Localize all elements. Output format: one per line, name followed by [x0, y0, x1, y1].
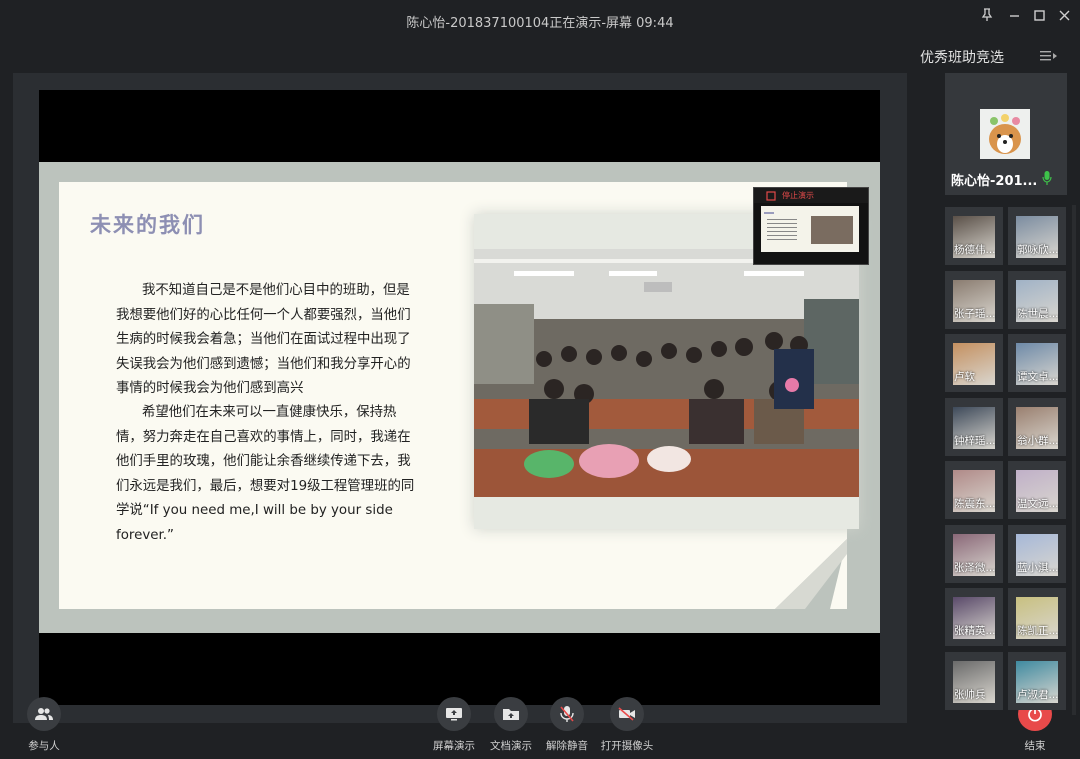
- unmute-button[interactable]: 解除静音: [537, 697, 597, 753]
- participant-tile[interactable]: 陈世晨...: [1008, 270, 1066, 329]
- page-curl: [775, 539, 847, 609]
- participant-tile[interactable]: 张子瑶...: [945, 270, 1003, 329]
- stop-presenting-icon: [766, 191, 776, 201]
- participant-name: 张帅兵: [954, 688, 986, 701]
- title-bar: 陈心怡-201837100104正在演示-屏幕 09:44: [0, 0, 1080, 40]
- mic-active-icon: [1042, 171, 1052, 185]
- participant-name: 蓝小淇...: [1017, 561, 1059, 574]
- host-name: 陈心怡-201...: [951, 174, 1038, 189]
- participant-tile[interactable]: 温文远...: [1008, 461, 1066, 519]
- participant-name: 陈世晨...: [1017, 307, 1059, 320]
- participant-name: 谭文卓...: [1017, 371, 1059, 383]
- preview-thumbnail: [761, 206, 859, 252]
- participant-name: 张子瑶...: [954, 307, 996, 320]
- panel-scrollbar[interactable]: [1072, 205, 1076, 715]
- participant-name: 陈凯正...: [1017, 625, 1059, 637]
- meeting-title: 优秀班助竞选: [920, 50, 1004, 66]
- minimize-icon[interactable]: [1003, 6, 1025, 24]
- presentation-slide: 未来的我们 我不知道自己是不是他们心目中的班助，但是我想要他们好的心比任何一个人…: [39, 162, 880, 633]
- participant-tile[interactable]: 张精英...: [945, 588, 1003, 646]
- screen-share-icon: [437, 697, 471, 731]
- participants-icon: [27, 697, 61, 731]
- presentation-frame: 未来的我们 我不知道自己是不是他们心目中的班助，但是我想要他们好的心比任何一个人…: [39, 90, 880, 705]
- participant-name: 郭咏欣...: [1017, 244, 1059, 256]
- participant-tile[interactable]: 蓝小淇...: [1008, 524, 1066, 583]
- participant-name: 温文远...: [1017, 498, 1059, 510]
- participants-button[interactable]: 参与人: [14, 697, 74, 753]
- participant-tile[interactable]: 张帅兵: [945, 651, 1003, 710]
- participant-name: 张泽微...: [954, 561, 996, 574]
- participant-tile[interactable]: 陈震东...: [945, 461, 1003, 519]
- group-photo: [474, 249, 859, 497]
- pin-icon[interactable]: [976, 6, 998, 24]
- list-toggle-icon[interactable]: [1040, 49, 1058, 63]
- participant-tile[interactable]: 翁小群...: [1008, 397, 1066, 456]
- participant-tile[interactable]: 陈凯正...: [1008, 588, 1066, 646]
- slide-paragraph-1: 我不知道自己是不是他们心目中的班助，但是我想要他们好的心比任何一个人都要强烈，当…: [116, 283, 411, 396]
- participant-tile[interactable]: 卢软: [945, 334, 1003, 392]
- participant-tile[interactable]: 杨德伟...: [945, 207, 1003, 265]
- participant-tile[interactable]: 谭文卓...: [1008, 334, 1066, 392]
- participant-tile[interactable]: 张泽微...: [945, 524, 1003, 583]
- folder-icon: [494, 697, 528, 731]
- presenter-preview[interactable]: 停止演示: [753, 187, 869, 265]
- participant-name: 杨德伟...: [954, 244, 996, 256]
- camera-button[interactable]: 打开摄像头: [595, 697, 659, 753]
- participant-name: 卢软: [954, 371, 975, 383]
- avatar: [980, 109, 1030, 159]
- maximize-icon[interactable]: [1028, 6, 1050, 24]
- participant-name: 钟梓瑶...: [954, 434, 996, 447]
- close-icon[interactable]: [1053, 6, 1075, 24]
- participant-name: 翁小群...: [1017, 434, 1059, 447]
- slide-paragraph-2: 希望他们在未来可以一直健康快乐，保持热情，努力奔走在自己喜欢的事情上，同时，我递…: [116, 405, 415, 543]
- doc-share-button[interactable]: 文档演示: [481, 697, 541, 753]
- shared-screen-area: 未来的我们 我不知道自己是不是他们心目中的班助，但是我想要他们好的心比任何一个人…: [13, 73, 907, 723]
- slide-title: 未来的我们: [90, 213, 205, 237]
- screen-share-button[interactable]: 屏幕演示: [424, 697, 484, 753]
- participant-name: 卢淑君...: [1017, 688, 1059, 701]
- participant-tile[interactable]: 钟梓瑶...: [945, 397, 1003, 456]
- participant-tile[interactable]: 卢淑君...: [1008, 651, 1066, 710]
- participant-tile[interactable]: 郭咏欣...: [1008, 207, 1066, 265]
- slide-paper: 未来的我们 我不知道自己是不是他们心目中的班助，但是我想要他们好的心比任何一个人…: [59, 182, 859, 609]
- participant-name: 陈震东...: [954, 498, 996, 510]
- window-title: 陈心怡-201837100104正在演示-屏幕 09:44: [406, 16, 674, 31]
- host-video-tile[interactable]: 陈心怡-201...: [945, 73, 1067, 195]
- camera-off-icon: [610, 697, 644, 731]
- participant-name: 张精英...: [954, 625, 996, 637]
- mic-muted-icon: [550, 697, 584, 731]
